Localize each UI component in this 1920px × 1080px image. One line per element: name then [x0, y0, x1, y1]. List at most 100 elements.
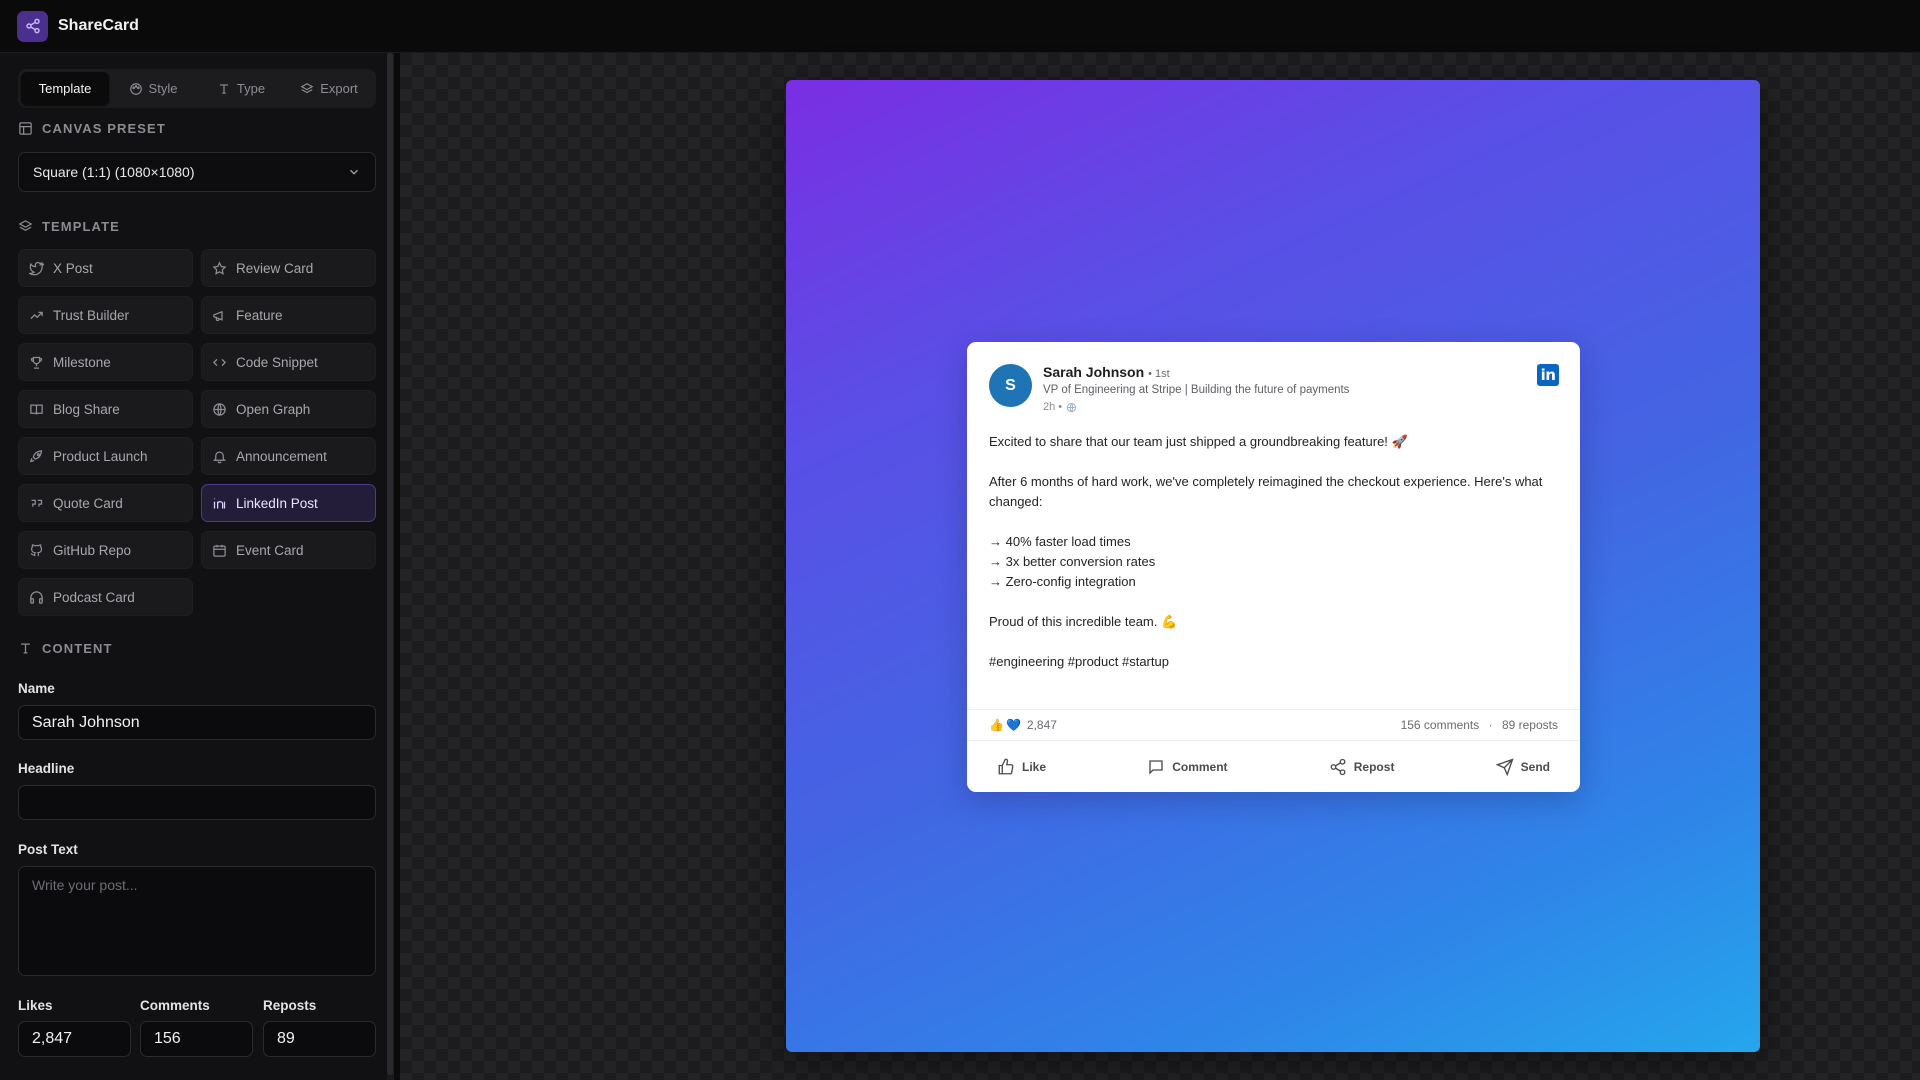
canvas-preset-heading: CANVAS PRESET — [18, 121, 166, 136]
post-text-label: Post Text — [18, 842, 78, 857]
globe-icon — [1067, 402, 1077, 412]
content-heading: CONTENT — [18, 641, 113, 656]
like-button[interactable]: Like — [997, 758, 1046, 776]
template-x-post[interactable]: X Post — [18, 249, 193, 287]
type-icon — [21, 643, 30, 654]
template-announcement[interactable]: Announcement — [201, 437, 376, 475]
template-podcast-card[interactable]: Podcast Card — [18, 578, 193, 616]
name-input[interactable] — [18, 705, 376, 740]
code-icon — [212, 358, 227, 366]
post-line: Excited to share that our team just ship… — [989, 434, 1408, 449]
tab-export[interactable]: Export — [285, 72, 373, 105]
comment-icon — [1149, 760, 1163, 775]
tab-label: Template — [38, 81, 92, 96]
sidebar-scrollbar[interactable] — [387, 53, 393, 1080]
tab-template[interactable]: Template — [21, 72, 109, 105]
template-quote-card[interactable]: Quote Card — [18, 484, 193, 522]
post-text-input[interactable] — [18, 866, 376, 976]
engagement-counts: 156 comments · 89 reposts — [1401, 718, 1558, 732]
template-label: Open Graph — [236, 401, 311, 417]
canvas-preset-select[interactable]: Square (1:1) (1080×1080) — [18, 152, 376, 192]
template-review-card[interactable]: Review Card — [201, 249, 376, 287]
repost-label: Repost — [1353, 760, 1395, 774]
template-label: Milestone — [53, 354, 111, 370]
template-grid: X Post Review Card Trust Builder Feature… — [18, 249, 376, 616]
likes-count: 2,847 — [1026, 718, 1057, 732]
template-product-launch[interactable]: Product Launch — [18, 437, 193, 475]
book-icon — [30, 404, 43, 415]
linkedin-icon — [213, 498, 226, 508]
post-body: Excited to share that our team just ship… — [989, 432, 1559, 672]
repost-button[interactable]: Repost — [1329, 758, 1395, 776]
star-icon — [212, 260, 227, 275]
template-event-card[interactable]: Event Card — [201, 531, 376, 569]
post-time: 2h • — [1043, 401, 1077, 413]
template-label: X Post — [53, 260, 93, 276]
likes-input[interactable] — [18, 1021, 131, 1057]
section-title: TEMPLATE — [42, 219, 120, 234]
template-label: GitHub Repo — [53, 542, 132, 558]
headline-input[interactable] — [18, 785, 376, 820]
github-icon — [30, 543, 43, 556]
template-github-repo[interactable]: GitHub Repo — [18, 531, 193, 569]
template-code-snippet[interactable]: Code Snippet — [201, 343, 376, 381]
sidebar: Template Style Type Export CANVAS PRESET… — [0, 53, 394, 1080]
chevron-down-icon — [350, 169, 358, 175]
likes-label: Likes — [18, 998, 53, 1013]
template-heading: TEMPLATE — [18, 219, 120, 234]
template-label: Trust Builder — [53, 307, 130, 323]
template-open-graph[interactable]: Open Graph — [201, 390, 376, 428]
quote-icon — [31, 499, 43, 507]
template-blog-share[interactable]: Blog Share — [18, 390, 193, 428]
comments-input[interactable] — [140, 1021, 253, 1057]
post-line: → 3x better conversion rates — [989, 554, 1156, 569]
template-feature[interactable]: Feature — [201, 296, 376, 334]
avatar: S — [989, 364, 1032, 407]
like-label: Like — [1022, 760, 1047, 774]
thumbs-up-icon: 👍 — [989, 718, 1004, 732]
post-line: → 40% faster load times — [989, 534, 1131, 549]
megaphone-icon — [213, 310, 223, 321]
comment-button[interactable]: Comment — [1147, 758, 1228, 776]
tab-label: Style — [148, 81, 178, 96]
linkedin-post-card: S Sarah Johnson • 1st VP of Engineering a… — [967, 342, 1580, 792]
post-hashtags: #engineering #product #startup — [989, 654, 1169, 669]
headphones-icon — [30, 590, 43, 604]
template-label: Announcement — [236, 448, 327, 464]
template-linkedin-post[interactable]: LinkedIn Post — [201, 484, 376, 522]
template-trust-builder[interactable]: Trust Builder — [18, 296, 193, 334]
top-bar: ShareCard — [0, 0, 1920, 53]
comment-label: Comment — [1172, 760, 1228, 774]
author-headline: VP of Engineering at Stripe | Building t… — [1043, 384, 1350, 396]
connection-degree: • 1st — [1148, 368, 1170, 380]
tab-type[interactable]: Type — [197, 72, 285, 105]
comments-label: Comments — [140, 998, 210, 1013]
post-line: Proud of this incredible team. 💪 — [989, 614, 1178, 629]
reposts-label: Reposts — [263, 998, 317, 1013]
template-milestone[interactable]: Milestone — [18, 343, 193, 381]
rocket-icon — [30, 449, 43, 462]
name-label: Name — [18, 681, 55, 696]
post-stats: 👍 💙 2,847 156 comments · 89 reposts — [967, 709, 1580, 741]
thumbs-up-icon — [998, 758, 1014, 775]
post-author: Sarah Johnson • 1st — [1043, 364, 1170, 380]
linkedin-logo-icon: in — [1537, 364, 1559, 386]
tab-style[interactable]: Style — [109, 72, 197, 105]
type-icon — [219, 83, 228, 94]
calendar-icon — [213, 544, 226, 557]
template-label: Blog Share — [53, 401, 120, 417]
template-label: Podcast Card — [53, 589, 135, 605]
headline-label: Headline — [18, 761, 75, 776]
globe-icon — [213, 402, 226, 416]
heart-icon: 💙 — [1005, 718, 1021, 732]
tab-bar: Template Style Type Export — [18, 69, 376, 108]
comments-count: 156 comments — [1400, 718, 1480, 732]
reposts-input[interactable] — [263, 1021, 376, 1057]
post-line: → Zero-config integration — [989, 574, 1136, 589]
template-label: LinkedIn Post — [236, 495, 318, 511]
palette-icon — [129, 82, 142, 95]
send-button[interactable]: Send — [1495, 758, 1550, 776]
separator: · — [1488, 718, 1493, 732]
send-icon — [1495, 758, 1514, 776]
layout-icon — [19, 122, 32, 135]
